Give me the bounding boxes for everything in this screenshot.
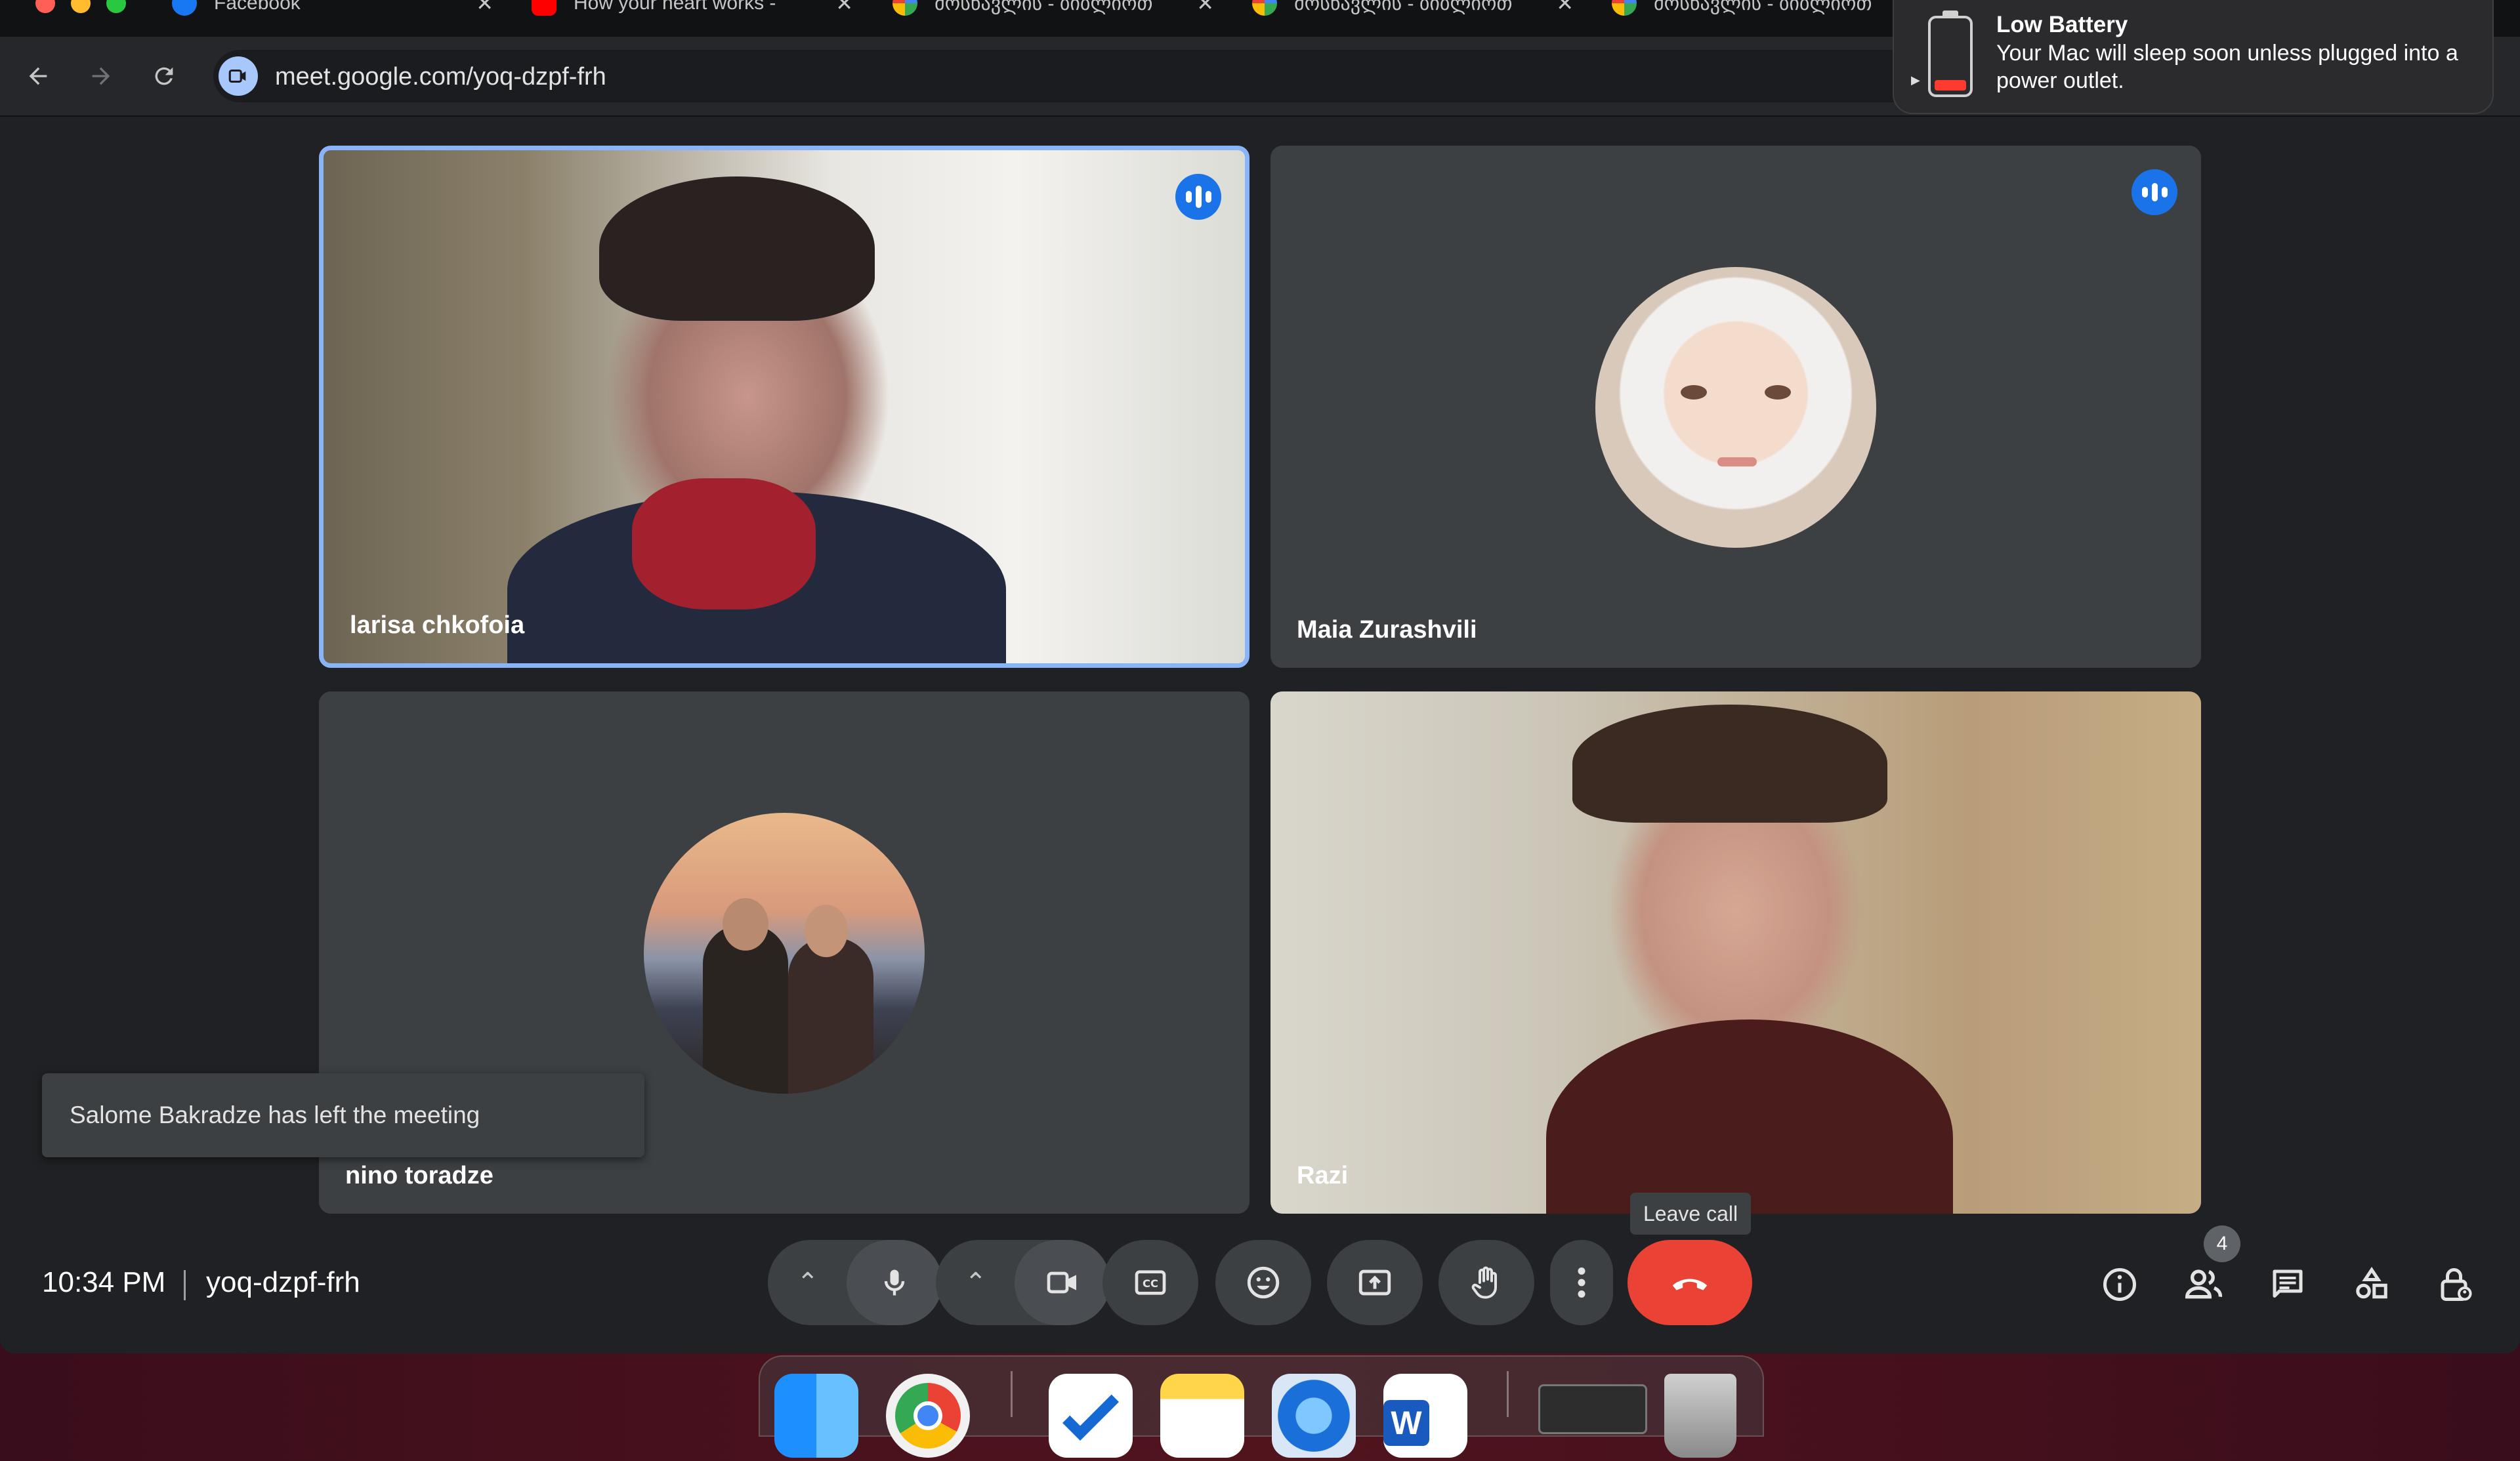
leave-call-tooltip: Leave call (1630, 1193, 1752, 1235)
site-icon (1612, 0, 1637, 16)
tasks-app-icon[interactable] (1049, 1374, 1133, 1458)
more-options-button[interactable] (1550, 1240, 1613, 1325)
info-icon (2103, 1268, 2136, 1301)
avatar (644, 813, 925, 1094)
audio-options-chevron-icon[interactable]: ⌃ (797, 1267, 819, 1298)
forward-button[interactable] (80, 55, 122, 97)
site-icon (1252, 0, 1277, 16)
svg-text:CC: CC (1143, 1277, 1158, 1290)
meeting-toast: Salome Bakradze has left the meeting (42, 1073, 644, 1157)
safari-icon[interactable] (1272, 1374, 1356, 1458)
minimized-window-thumbnail[interactable] (1538, 1384, 1647, 1434)
site-icon (892, 0, 917, 16)
camera-icon (1047, 1271, 1076, 1294)
people-button[interactable] (2179, 1260, 2229, 1309)
participant-name: nino toradze (345, 1162, 494, 1189)
forward-arrow-icon (92, 67, 110, 85)
meet-site-icon[interactable] (219, 56, 258, 96)
video-scarf (632, 478, 816, 609)
tab-library-1[interactable]: მოსწავლის - ბიბლიოთ ✕ (892, 0, 1234, 37)
notification-title: Low Battery (1996, 12, 2128, 37)
close-tab-icon[interactable]: ✕ (1196, 0, 1214, 16)
tab-library-2[interactable]: მოსწავლის - ბიბლიოთ ✕ (1252, 0, 1593, 37)
speaking-indicator-icon (2132, 169, 2177, 215)
battery-icon (1928, 10, 1973, 97)
meeting-details-button[interactable] (2095, 1260, 2145, 1309)
tab-title: მოსწავლის - ბიბლიოთ (1294, 0, 1513, 14)
maximize-window-button[interactable] (106, 0, 126, 13)
tab-facebook[interactable]: Facebook ✕ (172, 0, 513, 37)
activities-shapes-icon (2356, 1266, 2387, 1299)
closed-captions-icon: CC (1135, 1270, 1166, 1295)
back-button[interactable] (17, 55, 59, 97)
video-hair (1572, 705, 1887, 823)
camera-button[interactable] (1015, 1240, 1110, 1325)
microphone-icon (884, 1269, 905, 1296)
tab-title: Facebook (214, 0, 301, 14)
speaking-indicator-icon (1175, 174, 1221, 220)
emoji-icon (1247, 1266, 1280, 1299)
microphone-button[interactable] (847, 1240, 942, 1325)
hang-up-icon (1672, 1279, 1708, 1290)
present-screen-button[interactable] (1327, 1240, 1423, 1325)
tab-title: How your heart works - (574, 0, 776, 14)
audio-control-group: ⌃ (768, 1240, 942, 1325)
dock-divider (1011, 1371, 1013, 1417)
tab-title: მოსწავლის - ბიბლიოთ (934, 0, 1153, 14)
meeting-code: yoq-dzpf-frh (206, 1266, 360, 1298)
browser-window: Facebook ✕ How your heart works - ✕ მოსწ… (0, 0, 2520, 1353)
url-text: meet.google.com/yoq-dzpf-frh (275, 63, 606, 91)
lock-person-icon (2441, 1268, 2472, 1301)
meeting-clock: 10:34 PM (42, 1266, 166, 1298)
participant-name: Razi (1297, 1162, 1349, 1189)
raise-hand-button[interactable] (1438, 1240, 1534, 1325)
reload-icon (155, 67, 173, 85)
video-control-group: ⌃ (936, 1240, 1110, 1325)
chat-button[interactable] (2263, 1260, 2313, 1309)
youtube-icon (532, 0, 556, 16)
video-options-chevron-icon[interactable]: ⌃ (965, 1267, 987, 1298)
participant-count-badge: 4 (2204, 1225, 2240, 1262)
leave-call-button[interactable] (1628, 1240, 1752, 1325)
minimize-window-button[interactable] (71, 0, 91, 13)
host-controls-button[interactable] (2431, 1260, 2481, 1309)
close-window-button[interactable] (35, 0, 55, 13)
facebook-icon (172, 0, 197, 16)
trash-icon[interactable] (1664, 1374, 1736, 1458)
participant-tile-larisa[interactable]: larisa chkofoia (319, 146, 1250, 668)
tab-title: მოსწავლის - ბიბლიოთ (1654, 0, 1872, 14)
tab-youtube[interactable]: How your heart works - ✕ (532, 0, 873, 37)
people-icon (2185, 1269, 2223, 1299)
more-vertical-icon (1578, 1267, 1586, 1298)
expand-icon[interactable]: ▶ (1911, 73, 1920, 87)
notification-body: Your Mac will sleep soon unless plugged … (1996, 41, 2458, 93)
raise-hand-icon (1471, 1266, 1497, 1299)
reload-button[interactable] (143, 55, 185, 97)
participant-tile-maia[interactable]: Maia Zurashvili (1270, 146, 2201, 668)
avatar (1595, 267, 1876, 548)
close-tab-icon[interactable]: ✕ (835, 0, 853, 16)
finder-icon[interactable] (774, 1374, 858, 1458)
word-icon[interactable]: W (1383, 1374, 1467, 1458)
reactions-button[interactable] (1215, 1240, 1311, 1325)
close-tab-icon[interactable]: ✕ (476, 0, 494, 16)
low-battery-notification[interactable]: ▶ Low Battery Your Mac will sleep soon u… (1893, 0, 2494, 114)
chat-icon (2273, 1269, 2303, 1298)
back-arrow-icon (29, 67, 47, 85)
divider (184, 1270, 186, 1300)
captions-button[interactable]: CC (1102, 1240, 1198, 1325)
participant-name: larisa chkofoia (350, 611, 525, 639)
chrome-icon[interactable] (886, 1374, 970, 1458)
activities-button[interactable] (2347, 1260, 2397, 1309)
dock-divider (1507, 1371, 1509, 1417)
present-screen-icon (1358, 1269, 1391, 1296)
video-body (1546, 1019, 1953, 1214)
close-tab-icon[interactable]: ✕ (1556, 0, 1574, 16)
video-hair (599, 176, 875, 321)
participant-name: Maia Zurashvili (1297, 616, 1477, 644)
participant-tile-razi[interactable]: Razi (1270, 691, 2201, 1214)
notes-icon[interactable] (1160, 1374, 1244, 1458)
